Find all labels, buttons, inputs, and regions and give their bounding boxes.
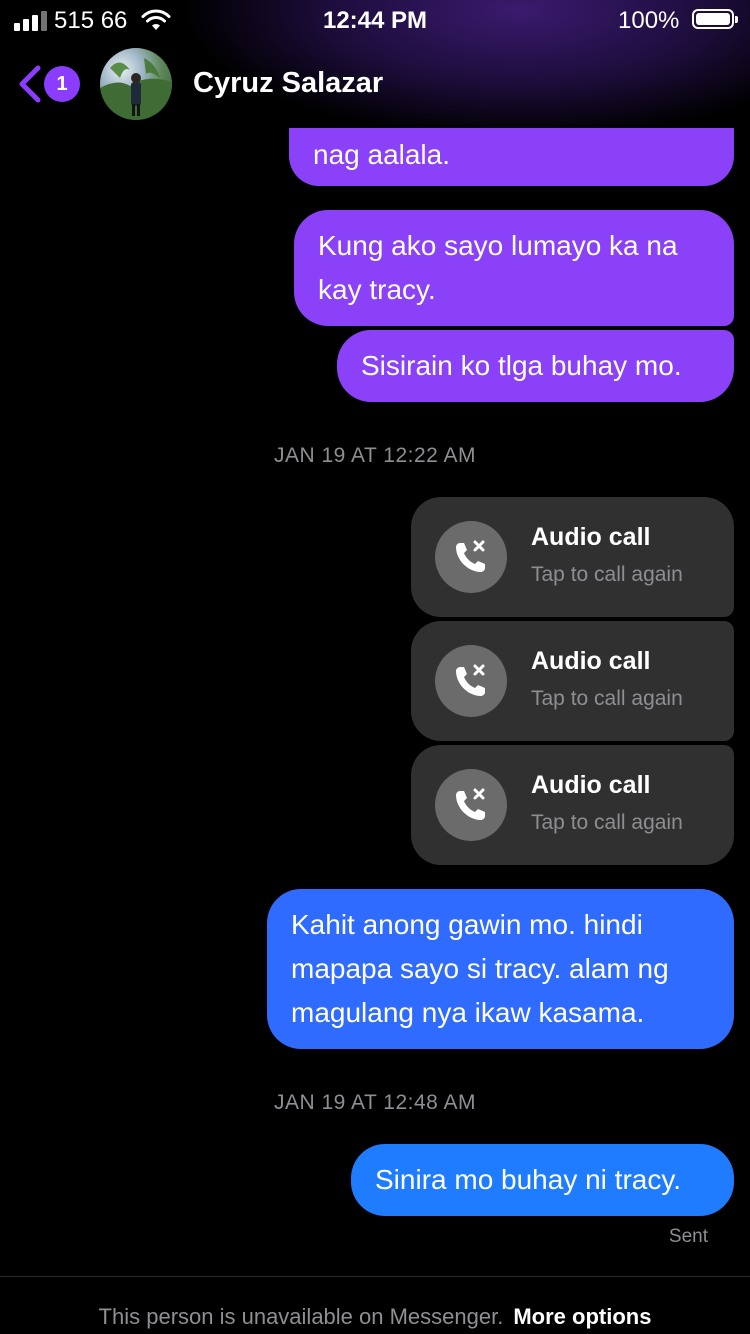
audio-call-card[interactable]: Audio call Tap to call again	[411, 745, 734, 865]
delivery-status: Sent	[668, 1226, 708, 1247]
message-text: nag aalala.	[313, 139, 451, 170]
timestamp: JAN 19 AT 12:48 AM	[274, 1091, 476, 1114]
footer-bar: This person is unavailable on Messenger.…	[0, 1304, 750, 1330]
unread-badge[interactable]: 1	[44, 66, 80, 102]
message-text: Sisirain ko tlga buhay mo.	[361, 350, 682, 381]
audio-call-card[interactable]: Audio call Tap to call again	[411, 497, 734, 617]
timestamp: JAN 19 AT 12:22 AM	[274, 444, 476, 467]
more-options-link[interactable]: More options	[513, 1304, 651, 1329]
call-title: Audio call	[531, 771, 651, 799]
message-text: Sinira mo buhay ni tracy.	[375, 1164, 682, 1195]
contact-avatar[interactable]	[100, 48, 172, 120]
unavailable-notice: This person is unavailable on Messenger.	[98, 1304, 504, 1329]
message-bubble[interactable]: Sisirain ko tlga buhay mo.	[337, 330, 734, 402]
call-subtitle: Tap to call again	[531, 563, 683, 586]
battery-percent: 100%	[618, 7, 680, 34]
contact-name[interactable]: Cyruz Salazar	[193, 67, 383, 100]
battery-icon	[692, 9, 738, 29]
missed-call-icon	[435, 521, 507, 593]
message-bubble[interactable]: Kung ako sayo lumayo ka na kay tracy.	[294, 210, 734, 326]
call-subtitle: Tap to call again	[531, 687, 683, 710]
back-chevron-icon[interactable]	[14, 62, 44, 106]
avatar-photo-icon	[100, 58, 172, 120]
missed-call-icon	[435, 769, 507, 841]
message-bubble[interactable]: Sinira mo buhay ni tracy.	[351, 1144, 734, 1216]
footer-divider	[0, 1276, 750, 1277]
call-title: Audio call	[531, 647, 651, 675]
message-text: Kung ako sayo lumayo ka na kay tracy.	[318, 230, 678, 305]
message-bubble[interactable]: nag aalala.	[289, 128, 734, 186]
missed-call-icon	[435, 645, 507, 717]
call-title: Audio call	[531, 523, 651, 551]
status-bar: 515 66 12:44 PM 100%	[0, 0, 750, 40]
message-bubble[interactable]: Kahit anong gawin mo. hindi mapapa sayo …	[267, 889, 734, 1049]
message-text: Kahit anong gawin mo. hindi mapapa sayo …	[291, 909, 669, 1028]
call-subtitle: Tap to call again	[531, 811, 683, 834]
audio-call-card[interactable]: Audio call Tap to call again	[411, 621, 734, 741]
